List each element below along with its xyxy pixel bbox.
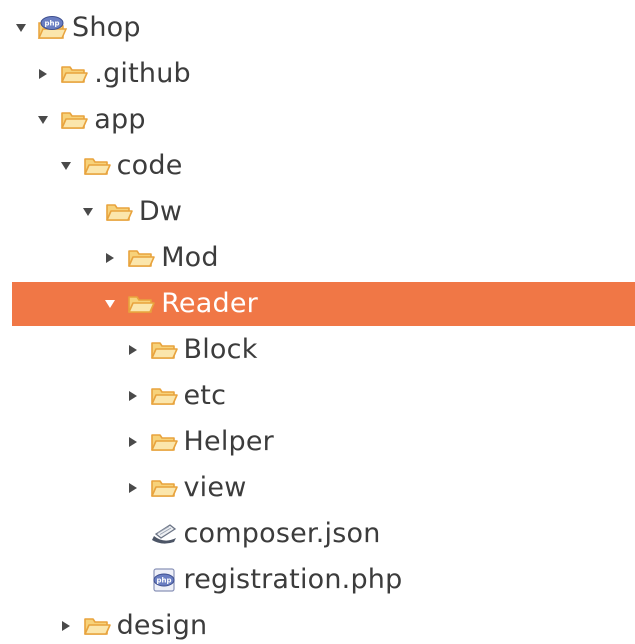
folder-icon — [149, 383, 179, 409]
tree-item-label: Shop — [72, 12, 141, 43]
tree-item-code[interactable]: code — [0, 144, 635, 188]
tree-item-label: .github — [94, 58, 191, 89]
tree-item-label: view — [183, 472, 247, 503]
tree-item-block[interactable]: Block — [0, 328, 635, 372]
folder-icon — [59, 61, 89, 87]
tree-item-label: code — [116, 150, 183, 181]
svg-text:php: php — [156, 577, 171, 585]
tree-item-app[interactable]: app — [0, 98, 635, 142]
tree-item-label: Reader — [161, 288, 258, 319]
collapsed-arrow-icon[interactable] — [125, 434, 141, 450]
json-file-icon — [149, 521, 179, 547]
expanded-arrow-icon[interactable] — [35, 112, 51, 128]
folder-icon — [82, 613, 112, 639]
tree-item-label: Helper — [183, 426, 274, 457]
tree-item-label: composer.json — [183, 518, 381, 549]
tree-item-label: design — [116, 610, 208, 641]
tree-item-label: Dw — [138, 196, 183, 227]
expanded-arrow-icon[interactable] — [80, 204, 96, 220]
tree-item-label: registration.php — [183, 564, 403, 595]
project-explorer-tree: php Shop .github app code Dw Mod Reader Block etc… — [0, 0, 635, 644]
tree-item-composer-json[interactable]: composer.json — [0, 512, 635, 556]
tree-item-label: Mod — [161, 242, 219, 273]
folder-icon — [82, 153, 112, 179]
tree-item-github[interactable]: .github — [0, 52, 635, 96]
folder-icon — [149, 337, 179, 363]
folder-icon — [149, 475, 179, 501]
tree-item-shop[interactable]: php Shop — [0, 6, 635, 50]
php-project-icon: php — [37, 15, 67, 41]
collapsed-arrow-icon[interactable] — [125, 342, 141, 358]
tree-item-helper[interactable]: Helper — [0, 420, 635, 464]
tree-item-label: app — [94, 104, 146, 135]
folder-icon — [126, 245, 156, 271]
tree-item-design[interactable]: design — [0, 604, 635, 644]
tree-item-label: etc — [183, 380, 227, 411]
svg-text:php: php — [44, 20, 59, 28]
expanded-arrow-icon[interactable] — [13, 20, 29, 36]
collapsed-arrow-icon[interactable] — [58, 618, 74, 634]
tree-item-label: Block — [183, 334, 258, 365]
collapsed-arrow-icon[interactable] — [125, 480, 141, 496]
tree-item-etc[interactable]: etc — [0, 374, 635, 418]
collapsed-arrow-icon[interactable] — [125, 388, 141, 404]
php-file-icon: php — [149, 567, 179, 593]
tree-item-registration-php[interactable]: php registration.php — [0, 558, 635, 602]
tree-item-view[interactable]: view — [0, 466, 635, 510]
tree-item-mod[interactable]: Mod — [0, 236, 635, 280]
expanded-arrow-icon[interactable] — [102, 296, 118, 312]
folder-icon — [149, 429, 179, 455]
tree-item-dw[interactable]: Dw — [0, 190, 635, 234]
folder-icon — [59, 107, 89, 133]
collapsed-arrow-icon[interactable] — [35, 66, 51, 82]
tree-item-reader[interactable]: Reader — [12, 282, 635, 326]
folder-icon — [126, 291, 156, 317]
expanded-arrow-icon[interactable] — [58, 158, 74, 174]
folder-icon — [104, 199, 134, 225]
collapsed-arrow-icon[interactable] — [102, 250, 118, 266]
